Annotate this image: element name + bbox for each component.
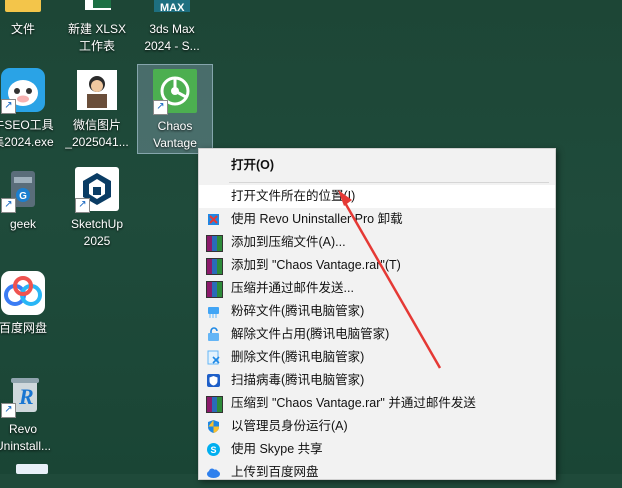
desktop-icon-revo[interactable]: R ↗ Revo Uninstall... <box>0 370 59 455</box>
menu-item-compress-rar-email[interactable]: 压缩到 "Chaos Vantage.rar" 并通过邮件发送 <box>199 392 555 415</box>
3dsmax-icon: MAX <box>148 0 196 18</box>
menu-item-label: 压缩到 "Chaos Vantage.rar" 并通过邮件发送 <box>231 396 476 410</box>
delete-icon <box>206 350 221 365</box>
baidu-netdisk-icon <box>0 269 47 317</box>
menu-item-label: 删除文件(腾讯电脑管家) <box>231 350 365 364</box>
desktop-icon-label: geek <box>9 217 37 231</box>
menu-item-label: 使用 Skype 共享 <box>231 442 323 456</box>
geek-icon: G ↗ <box>0 165 47 213</box>
menu-item-add-to-archive[interactable]: 添加到压缩文件(A)... <box>199 231 555 254</box>
shortcut-arrow-icon: ↗ <box>1 198 16 213</box>
menu-item-open[interactable]: 打开(O) <box>199 149 555 179</box>
desktop-icon-label: 3ds Max 2024 - S... <box>144 22 200 53</box>
niu-seo-icon: ↗ <box>0 66 47 114</box>
menu-item-label: 压缩并通过邮件发送... <box>231 281 354 295</box>
menu-item-label: 添加到 "Chaos Vantage.rar"(T) <box>231 258 401 272</box>
desktop-icon-label: 微信图片 _2025041... <box>65 118 129 149</box>
shredder-icon <box>206 304 221 319</box>
desktop-icon-baidu-netdisk[interactable]: 百度网盘 <box>0 269 59 337</box>
menu-item-label: 打开(O) <box>231 158 275 172</box>
chaos-vantage-icon: ↗ <box>151 67 199 115</box>
desktop-icon-label: SketchUp 2025 <box>70 217 124 248</box>
skype-icon: S <box>206 442 221 457</box>
menu-item-upload-baidu[interactable]: 上传到百度网盘 <box>199 461 555 484</box>
image-thumbnail-icon <box>73 66 121 114</box>
menu-item-share-skype[interactable]: S 使用 Skype 共享 <box>199 438 555 461</box>
desktop-icon-xlsx[interactable]: 新建 XLSX 工作表 <box>61 0 133 55</box>
uac-shield-icon <box>206 419 221 434</box>
desktop-icon-label: 牛SEO工具 集2024.exe <box>0 118 54 149</box>
baidu-cloud-icon <box>206 465 221 480</box>
menu-item-label: 打开文件所在的位置(I) <box>231 189 356 203</box>
desktop-icon-label: 新建 XLSX 工作表 <box>67 22 127 53</box>
desktop-icon-label: Chaos Vantage <box>153 119 197 150</box>
svg-text:G: G <box>19 191 27 202</box>
winrar-icon <box>206 396 223 413</box>
menu-item-label: 上传到百度网盘 <box>231 465 319 479</box>
winrar-icon <box>206 281 223 298</box>
svg-text:S: S <box>210 445 216 455</box>
winrar-icon <box>206 235 223 252</box>
shortcut-arrow-icon: ↗ <box>1 99 16 114</box>
shortcut-arrow-icon: ↗ <box>75 198 90 213</box>
menu-item-shred-file[interactable]: 粉碎文件(腾讯电脑管家) <box>199 300 555 323</box>
max-badge: MAX <box>160 2 185 14</box>
winrar-icon <box>206 258 223 275</box>
menu-item-compress-email[interactable]: 压缩并通过邮件发送... <box>199 277 555 300</box>
desktop-icon-niu-seo[interactable]: ↗ 牛SEO工具 集2024.exe <box>0 66 59 151</box>
revo-icon <box>206 212 221 227</box>
shortcut-arrow-icon: ↗ <box>1 403 16 418</box>
svg-text:R: R <box>18 384 34 409</box>
menu-item-label: 解除文件占用(腾讯电脑管家) <box>231 327 390 341</box>
sketchup-icon: ↗ <box>73 165 121 213</box>
desktop-icon-label: 百度网盘 <box>0 321 47 335</box>
desktop-icon-label: Revo Uninstall... <box>0 422 52 453</box>
folder-icon <box>0 0 47 18</box>
menu-item-revo-uninstall[interactable]: 使用 Revo Uninstaller Pro 卸载 <box>199 208 555 231</box>
desktop-icon-chaos-vantage[interactable]: ↗ Chaos Vantage <box>137 64 213 154</box>
menu-item-add-to-rar[interactable]: 添加到 "Chaos Vantage.rar"(T) <box>199 254 555 277</box>
menu-item-label: 扫描病毒(腾讯电脑管家) <box>231 373 365 387</box>
desktop-icon-geek[interactable]: G ↗ geek <box>0 165 59 233</box>
menu-separator <box>229 182 549 183</box>
menu-item-label: 添加到压缩文件(A)... <box>231 235 346 249</box>
shortcut-arrow-icon: ↗ <box>153 100 168 115</box>
menu-item-label: 粉碎文件(腾讯电脑管家) <box>231 304 365 318</box>
excel-file-icon <box>73 0 121 18</box>
desktop-icon-sketchup[interactable]: ↗ SketchUp 2025 <box>61 165 133 250</box>
menu-item-scan-virus[interactable]: 扫描病毒(腾讯电脑管家) <box>199 369 555 392</box>
menu-item-label: 以管理员身份运行(A) <box>231 419 348 433</box>
menu-item-label: 使用 Revo Uninstaller Pro 卸载 <box>231 212 403 226</box>
desktop-icon-label: 文件 <box>10 22 35 36</box>
menu-item-open-file-location[interactable]: 打开文件所在的位置(I) <box>199 185 555 208</box>
desktop-icon-3dsmax[interactable]: MAX 3ds Max 2024 - S... <box>136 0 208 55</box>
menu-item-delete-file[interactable]: 删除文件(腾讯电脑管家) <box>199 346 555 369</box>
context-menu: 打开(O) 打开文件所在的位置(I) 使用 Revo Uninstaller P… <box>198 148 556 480</box>
menu-item-unlock-file[interactable]: 解除文件占用(腾讯电脑管家) <box>199 323 555 346</box>
desktop-icon-wechat-image[interactable]: 微信图片 _2025041... <box>61 66 133 151</box>
unlock-icon <box>206 327 221 342</box>
menu-item-run-as-admin[interactable]: 以管理员身份运行(A) <box>199 415 555 438</box>
desktop-icon-file[interactable]: 文件 <box>0 0 59 38</box>
shield-icon <box>206 373 221 388</box>
revo-uninstaller-icon: R ↗ <box>0 370 47 418</box>
desktop-icon-partial[interactable] <box>16 464 48 474</box>
